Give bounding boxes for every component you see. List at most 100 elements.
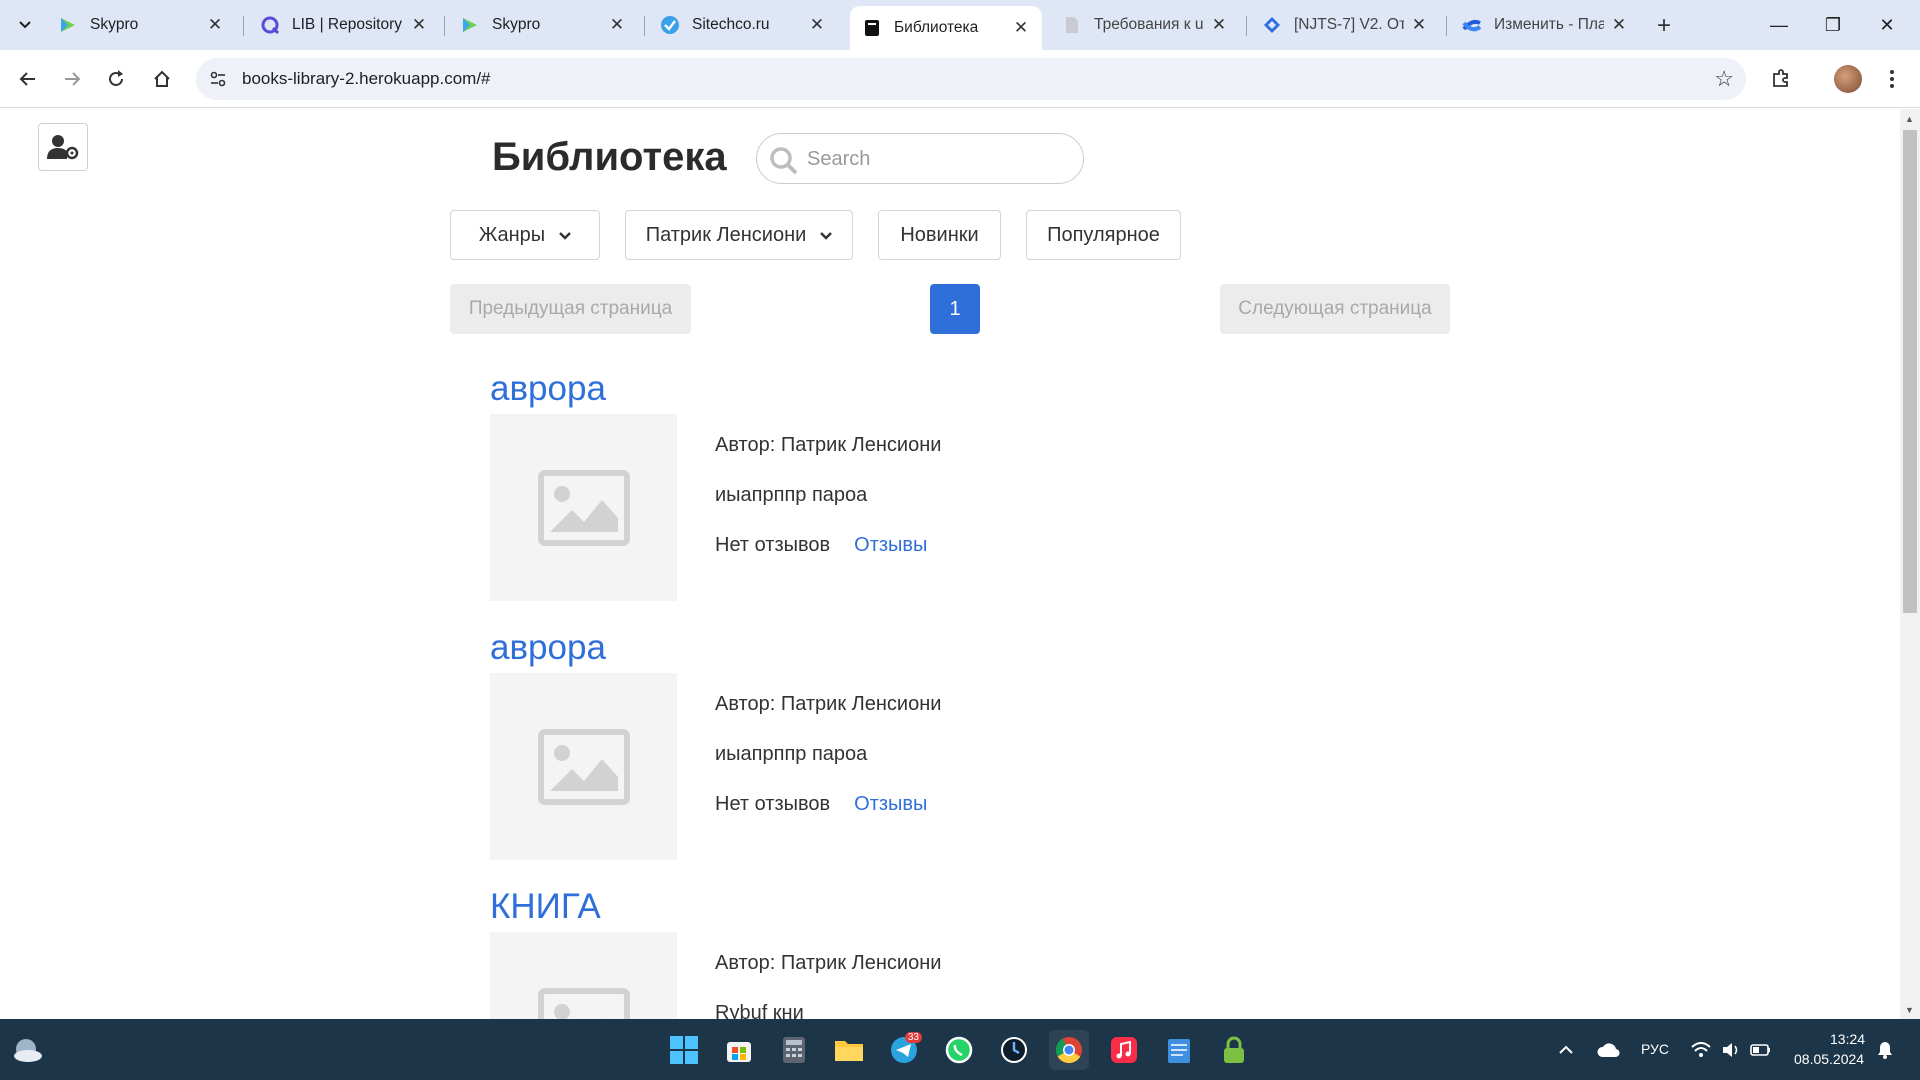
book-title-link[interactable]: КНИГА — [490, 887, 601, 927]
reload-button[interactable] — [100, 63, 132, 95]
whatsapp-icon — [945, 1036, 973, 1064]
image-placeholder-icon — [537, 987, 630, 1019]
clock-date[interactable]: 08.05.2024 — [1794, 1051, 1864, 1067]
tab-title: Требования к ui — [1094, 16, 1204, 33]
page-number-button[interactable]: 1 — [930, 284, 980, 334]
confluence-icon — [1462, 15, 1482, 35]
reviews-status: Нет отзывов — [715, 793, 831, 815]
close-icon[interactable]: ✕ — [1610, 15, 1628, 34]
telegram-app[interactable]: 33 — [884, 1030, 924, 1070]
book-cover[interactable] — [490, 673, 677, 860]
onedrive-tray[interactable] — [1588, 1030, 1628, 1070]
search-icon — [769, 146, 799, 181]
close-icon[interactable]: ✕ — [1210, 15, 1228, 34]
page-scrollbar[interactable]: ▲ ▼ — [1900, 109, 1920, 1019]
next-page-label: Следующая страница — [1238, 298, 1432, 319]
tab-lib-repository[interactable]: LIB | Repository | ✕ — [248, 6, 440, 44]
start-button[interactable] — [664, 1030, 704, 1070]
file-explorer-app[interactable] — [829, 1030, 869, 1070]
next-page-button[interactable]: Следующая страница — [1220, 284, 1450, 334]
music-app[interactable] — [1104, 1030, 1144, 1070]
search-box[interactable] — [756, 133, 1084, 184]
browser-menu-button[interactable] — [1876, 63, 1908, 95]
reviews-link[interactable]: Отзывы — [854, 793, 927, 815]
tab-skypro-1[interactable]: Skypro ✕ — [46, 6, 236, 44]
image-placeholder-icon — [537, 728, 630, 805]
windows-icon — [670, 1036, 698, 1064]
book-description: Rybuf кни — [715, 1002, 804, 1019]
clock-app[interactable] — [994, 1030, 1034, 1070]
tab-requirements[interactable]: Требования к ui ✕ — [1050, 6, 1240, 44]
scroll-down-arrow-icon[interactable]: ▼ — [1905, 1005, 1914, 1015]
tab-search-button[interactable] — [10, 10, 40, 40]
close-icon[interactable]: ✕ — [1012, 18, 1030, 37]
chevron-down-icon — [559, 227, 572, 243]
forward-button[interactable] — [56, 63, 88, 95]
address-bar[interactable]: books-library-2.herokuapp.com/# ☆ — [196, 58, 1746, 100]
tab-title: Изменить - Пла — [1494, 16, 1604, 33]
skypro-icon — [460, 15, 480, 35]
close-icon[interactable]: ✕ — [808, 15, 826, 34]
tab-sitechco[interactable]: Sitechco.ru ✕ — [648, 6, 838, 44]
volume-tray[interactable] — [1716, 1030, 1746, 1070]
admin-settings-button[interactable] — [38, 123, 88, 171]
chevron-down-icon — [820, 227, 833, 243]
book-title-link[interactable]: аврора — [490, 369, 606, 409]
home-button[interactable] — [146, 63, 178, 95]
lock-icon — [1224, 1036, 1244, 1063]
back-button[interactable] — [12, 63, 44, 95]
arrow-right-icon — [65, 72, 81, 86]
calculator-app[interactable] — [774, 1030, 814, 1070]
site-info-icon[interactable] — [206, 67, 230, 91]
tab-library-active[interactable]: Библиотека ✕ — [850, 6, 1042, 50]
author-dropdown[interactable]: Патрик Ленсиони — [625, 210, 853, 260]
notepad-app[interactable] — [1159, 1030, 1199, 1070]
store-app[interactable] — [719, 1030, 759, 1070]
browser-toolbar: books-library-2.herokuapp.com/# ☆ — [0, 50, 1920, 108]
scrollbar-thumb[interactable] — [1903, 130, 1917, 613]
search-input[interactable] — [807, 144, 1067, 174]
tray-overflow-button[interactable] — [1546, 1030, 1586, 1070]
chrome-icon — [1055, 1037, 1082, 1064]
profile-avatar[interactable] — [1834, 65, 1862, 93]
book-cover[interactable] — [490, 414, 677, 601]
notifications-button[interactable] — [1870, 1030, 1900, 1070]
scroll-up-arrow-icon[interactable]: ▲ — [1905, 114, 1914, 124]
tab-jira[interactable]: [NJTS-7] V2. Отч ✕ — [1250, 6, 1440, 44]
close-icon[interactable]: ✕ — [206, 15, 224, 34]
restore-button[interactable]: ❐ — [1810, 8, 1856, 42]
weather-cloud-icon — [14, 1039, 42, 1062]
bookmark-star-icon[interactable]: ☆ — [1714, 66, 1734, 92]
folder-icon — [835, 1041, 863, 1061]
new-tab-button[interactable]: + — [1650, 12, 1678, 40]
chrome-app[interactable] — [1049, 1030, 1089, 1070]
wifi-tray[interactable] — [1686, 1030, 1716, 1070]
battery-tray[interactable] — [1746, 1030, 1776, 1070]
close-window-button[interactable]: ✕ — [1864, 8, 1910, 42]
tab-divider — [1246, 16, 1247, 36]
book-title-link[interactable]: аврора — [490, 628, 606, 668]
language-indicator[interactable]: РУС — [1641, 1041, 1669, 1057]
prev-page-button[interactable]: Предыдущая страница — [450, 284, 691, 334]
url-text[interactable]: books-library-2.herokuapp.com/# — [242, 69, 491, 89]
book-cover[interactable] — [490, 932, 677, 1019]
close-icon[interactable]: ✕ — [1410, 15, 1428, 34]
clock-time[interactable]: 13:24 — [1830, 1031, 1865, 1047]
reviews-link[interactable]: Отзывы — [854, 534, 927, 556]
cloud-icon — [1597, 1043, 1620, 1058]
tab-skypro-2[interactable]: Skypro ✕ — [448, 6, 638, 44]
minimize-button[interactable]: — — [1756, 8, 1802, 42]
book-description: иыапрппр пароа — [715, 743, 868, 765]
genres-dropdown[interactable]: Жанры — [450, 210, 600, 260]
tab-confluence[interactable]: Изменить - Пла ✕ — [1450, 6, 1640, 44]
whatsapp-app[interactable] — [939, 1030, 979, 1070]
new-books-button[interactable]: Новинки — [878, 210, 1001, 260]
weather-widget[interactable] — [8, 1030, 48, 1070]
close-icon[interactable]: ✕ — [608, 15, 626, 34]
music-icon — [1111, 1037, 1137, 1063]
vpn-app[interactable] — [1214, 1030, 1254, 1070]
extensions-button[interactable] — [1765, 63, 1797, 95]
close-icon[interactable]: ✕ — [410, 15, 428, 34]
chevron-down-icon — [19, 21, 31, 29]
popular-button[interactable]: Популярное — [1026, 210, 1181, 260]
